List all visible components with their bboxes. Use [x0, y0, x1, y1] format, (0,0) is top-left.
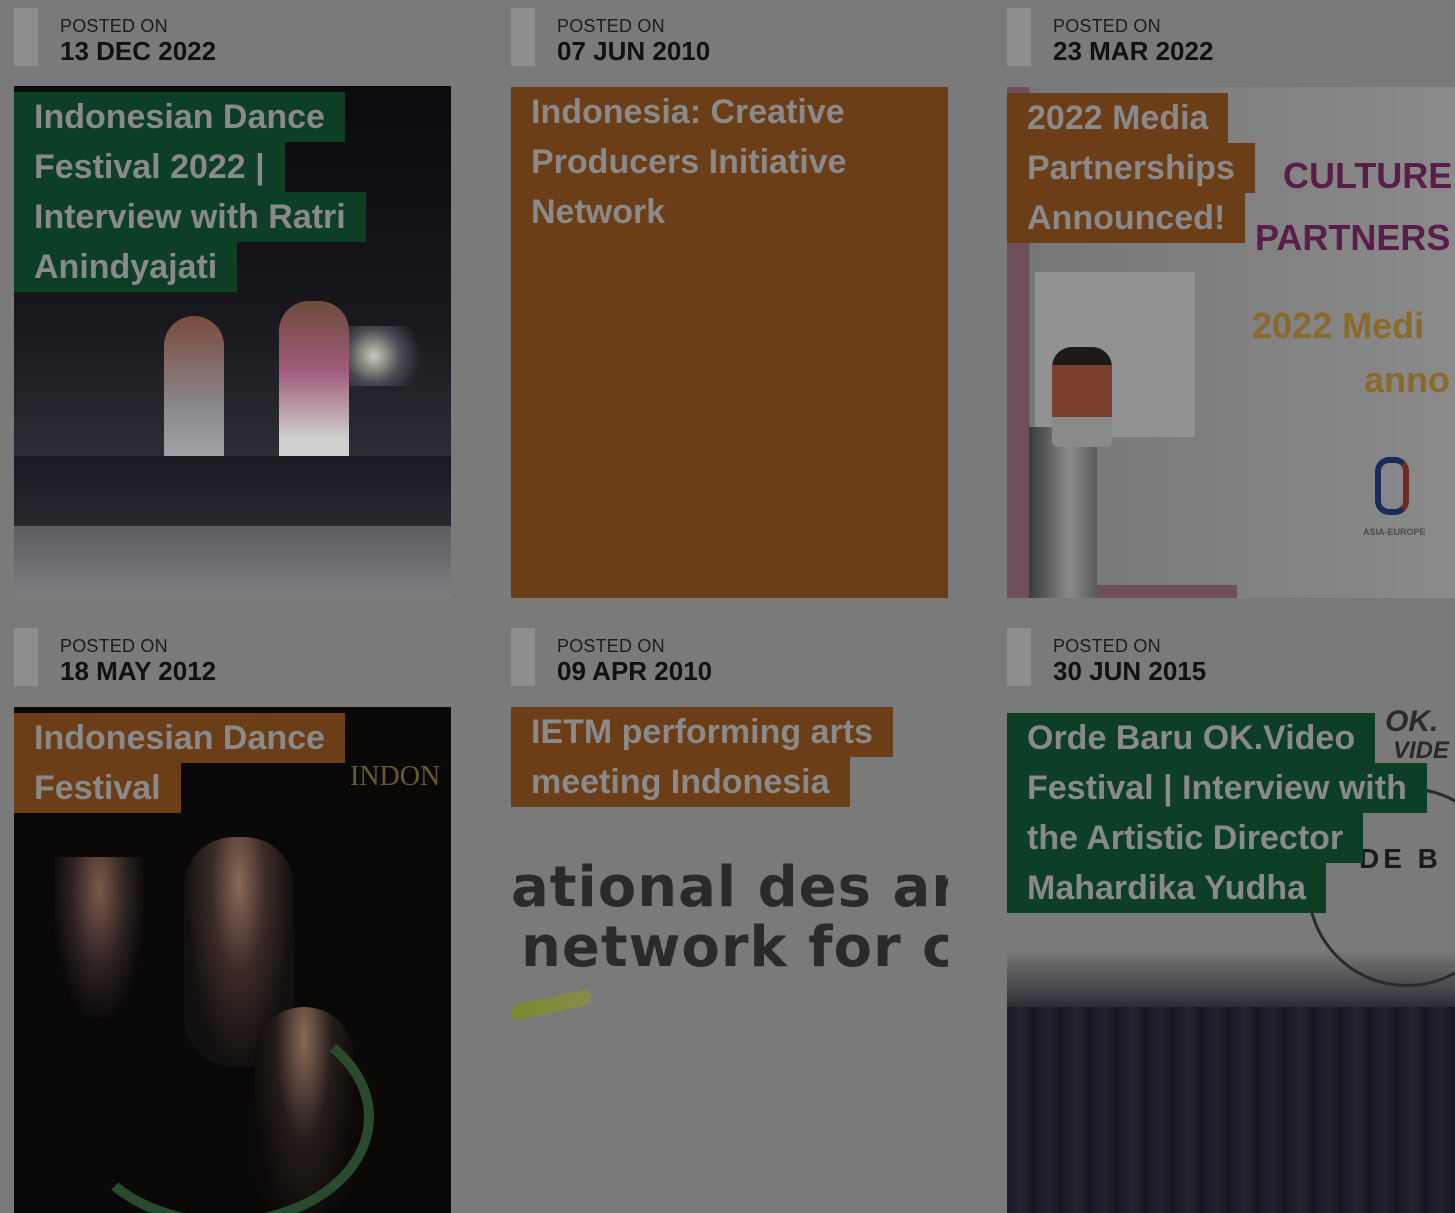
posted-on-label: POSTED ON: [557, 16, 665, 36]
post-meta: POSTED ON 13 DEC 2022: [14, 8, 451, 78]
title-line: Interview with Ratri: [14, 192, 366, 242]
poster-text: PARTNERS: [1255, 217, 1451, 258]
post-card[interactable]: POSTED ON 23 MAR 2022 CULTURE PARTNERS 2…: [1007, 8, 1455, 598]
posted-on-label: POSTED ON: [1053, 16, 1161, 36]
post-date: 07 JUN 2010: [557, 36, 711, 66]
post-image[interactable]: Indonesian Dance Festival 2022 | Intervi…: [14, 86, 451, 598]
stage-floor: [14, 526, 451, 598]
title-line: IETM performing arts: [511, 707, 893, 757]
title-line: Anindyajati: [14, 242, 238, 292]
title-line: Partnerships: [1007, 143, 1255, 193]
meta-accent-bar: [14, 628, 38, 686]
crowd-photo: [1007, 1007, 1455, 1213]
title-line: Orde Baru OK.Video: [1007, 713, 1376, 763]
title-line: Indonesian Dance: [14, 713, 345, 763]
post-card[interactable]: POSTED ON 07 JUN 2010 Indonesia: Creativ…: [511, 8, 948, 598]
post-meta: POSTED ON 18 MAY 2012: [14, 628, 451, 698]
title-line: the Artistic Director: [1007, 813, 1364, 863]
logo-text: ational des arts c: [511, 855, 948, 920]
post-title[interactable]: Indonesian Dance Festival: [14, 713, 345, 813]
posted-on-label: POSTED ON: [557, 636, 665, 656]
logo-text: network for cont: [521, 915, 948, 980]
dancer-figure: [54, 857, 144, 1017]
post-image[interactable]: ational des arts c network for cont IETM…: [511, 707, 948, 1213]
post-date: 09 APR 2010: [557, 656, 713, 686]
post-date: 30 JUN 2015: [1053, 656, 1207, 686]
posted-on-label: POSTED ON: [1053, 636, 1161, 656]
post-meta: POSTED ON 30 JUN 2015: [1007, 628, 1455, 698]
title-line: 2022 Media: [1007, 93, 1229, 143]
post-meta: POSTED ON 23 MAR 2022: [1007, 8, 1455, 78]
meta-accent-bar: [14, 8, 38, 66]
post-card[interactable]: POSTED ON 13 DEC 2022 Indonesian Dance F…: [14, 8, 451, 598]
post-card[interactable]: POSTED ON 18 MAY 2012 INDON Indonesian D…: [14, 628, 451, 1213]
title-line: Festival 2022 |: [14, 142, 285, 192]
post-image[interactable]: INDON Indonesian Dance Festival: [14, 707, 451, 1213]
post-card[interactable]: POSTED ON 30 JUN 2015 OK. VIDE DE B Orde…: [1007, 628, 1455, 1213]
post-date: 18 MAY 2012: [60, 656, 217, 686]
title-line: Indonesian Dance: [14, 92, 345, 142]
title-line: Indonesia: Creative: [511, 87, 865, 137]
poster-text: INDON: [350, 761, 441, 792]
title-line: Mahardika Yudha: [1007, 863, 1327, 913]
seated-person: [1052, 347, 1112, 447]
title-line: Announced!: [1007, 193, 1246, 243]
title-line: Festival | Interview with: [1007, 763, 1427, 813]
post-title[interactable]: 2022 Media Partnerships Announced!: [1007, 93, 1255, 243]
meta-accent-bar: [1007, 628, 1031, 686]
meta-accent-bar: [511, 8, 535, 66]
poster-text: CULTURE: [1283, 155, 1453, 196]
post-title[interactable]: IETM performing arts meeting Indonesia: [511, 707, 893, 807]
poster-text: ASIA-EUROPE: [1363, 527, 1426, 537]
poster-text: 2022 Medi: [1252, 305, 1425, 346]
post-title[interactable]: Indonesia: Creative Producers Initiative…: [511, 87, 867, 237]
meta-accent-bar: [1007, 8, 1031, 66]
title-line: Network: [511, 187, 686, 237]
title-line: meeting Indonesia: [511, 757, 850, 807]
post-date: 23 MAR 2022: [1053, 36, 1214, 66]
post-date: 13 DEC 2022: [60, 36, 217, 66]
logo-swoosh-icon: [511, 988, 591, 1022]
posted-on-label: POSTED ON: [60, 16, 168, 36]
post-meta: POSTED ON 09 APR 2010: [511, 628, 948, 698]
post-image[interactable]: OK. VIDE DE B Orde Baru OK.Video Festiva…: [1007, 707, 1455, 1213]
post-image[interactable]: CULTURE PARTNERS 2022 Medi anno ASIA-EUR…: [1007, 87, 1455, 598]
asef-logo-icon: [1375, 457, 1409, 515]
post-meta: POSTED ON 07 JUN 2010: [511, 8, 948, 78]
title-line: Festival: [14, 763, 181, 813]
audience-crowd: [14, 456, 451, 536]
post-image-placeholder[interactable]: Indonesia: Creative Producers Initiative…: [511, 87, 948, 598]
meta-accent-bar: [511, 628, 535, 686]
green-ribbon: [74, 1007, 374, 1213]
post-title[interactable]: Indonesian Dance Festival 2022 | Intervi…: [14, 92, 366, 292]
posted-on-label: POSTED ON: [60, 636, 168, 656]
title-line: Producers Initiative: [511, 137, 867, 187]
post-card[interactable]: POSTED ON 09 APR 2010 ational des arts c…: [511, 628, 948, 1213]
pedestal: [1029, 427, 1097, 598]
post-title[interactable]: Orde Baru OK.Video Festival | Interview …: [1007, 713, 1427, 913]
poster-text: anno: [1364, 359, 1450, 400]
